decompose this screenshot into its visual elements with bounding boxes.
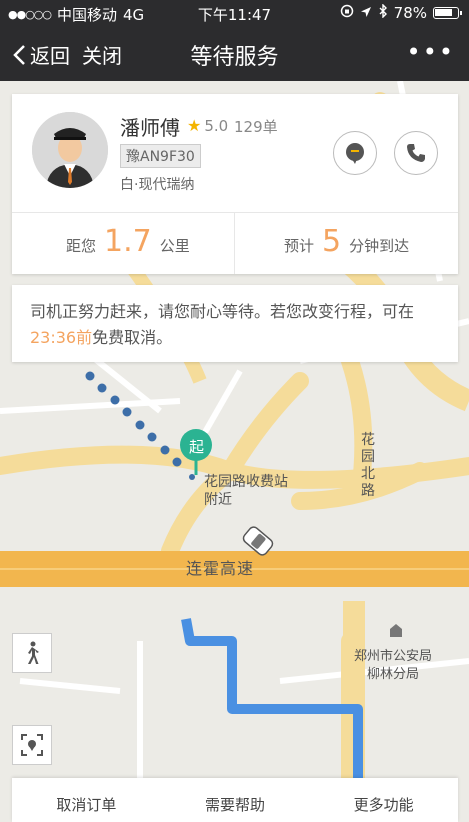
need-help-button[interactable]: 需要帮助 [161,778,310,822]
driver-avatar-icon [32,112,108,188]
walking-route-button[interactable] [12,633,52,673]
distance-value: 1.7 [104,224,152,259]
star-icon: ★ [187,116,202,135]
status-bar: ●●○○○ 中国移动 4G 下午11:47 78% [0,0,469,26]
arrival-prefix: 预计 [284,237,315,255]
driver-avatar [32,112,108,188]
driver-card: 潘师傅 ★ 5.0 129单 豫AN9F30 白·现代瑞纳 距您 1.7 公里 … [12,94,458,274]
arrival-unit: 分钟到达 [349,237,410,255]
notice-text-2: 免费取消。 [92,328,173,347]
top-bar: ●●○○○ 中国移动 4G 下午11:47 78% 返回 关闭 等待服务 ••• [0,0,469,81]
pickup-label-line1: 花园路收费站 [204,474,288,490]
distance-stat: 距您 1.7 公里 [66,224,190,259]
driver-trip-count: 129单 [234,118,278,136]
chat-bubble-icon [346,143,364,164]
locate-icon [21,734,43,756]
road-label-garden-north: 花园北路 [361,432,375,499]
more-functions-button[interactable]: 更多功能 [309,778,458,822]
bottom-action-bar: 取消订单 需要帮助 更多功能 [12,778,458,822]
card-divider [12,212,458,213]
call-button[interactable] [394,131,438,175]
cancel-notice: 司机正努力赶来，请您耐心等待。若您改变行程，可在 23:36前免费取消。 [12,285,458,362]
walking-person-icon [28,641,39,664]
more-menu-button[interactable]: ••• [407,38,455,66]
license-plate: 豫AN9F30 [120,144,201,168]
arrival-value: 5 [322,224,342,259]
distance-unit: 公里 [159,237,190,255]
location-arrow-icon [360,4,372,22]
page-title: 等待服务 [190,45,279,70]
battery-percent: 78% [393,4,427,22]
poi-label-line1: 郑州市公安局 [354,649,433,664]
bluetooth-icon [378,3,388,22]
message-button[interactable] [333,131,377,175]
phone-icon [407,144,425,162]
poi-label-police: 郑州市公安局 柳林分局 [354,648,432,684]
rating-value: 5.0 [204,116,229,135]
road-label-highway: 连霍高速 [186,559,255,578]
arrival-stat: 预计 5 分钟到达 [284,224,409,259]
notice-deadline: 23:36前 [30,328,93,347]
notice-text-1: 司机正努力赶来，请您耐心等待。若您改变行程，可在 [30,302,415,321]
distance-prefix: 距您 [66,237,97,255]
locate-me-button[interactable] [12,725,52,765]
card-divider-vertical [234,212,235,274]
driver-name: 潘师傅 [120,116,180,140]
battery-icon [433,7,462,19]
pickup-location-label: 花园路收费站 附近 [204,473,288,509]
pickup-label-line2: 附近 [204,492,232,508]
poi-label-line2: 柳林分局 [367,667,420,682]
lock-rotation-icon [340,4,354,22]
car-model: 白·现代瑞纳 [120,177,195,193]
nav-bar: 返回 关闭 等待服务 ••• [0,30,469,78]
pickup-marker-text: 起 [189,438,205,456]
cancel-order-button[interactable]: 取消订单 [12,778,161,822]
driver-rating: ★ 5.0 [187,116,228,135]
